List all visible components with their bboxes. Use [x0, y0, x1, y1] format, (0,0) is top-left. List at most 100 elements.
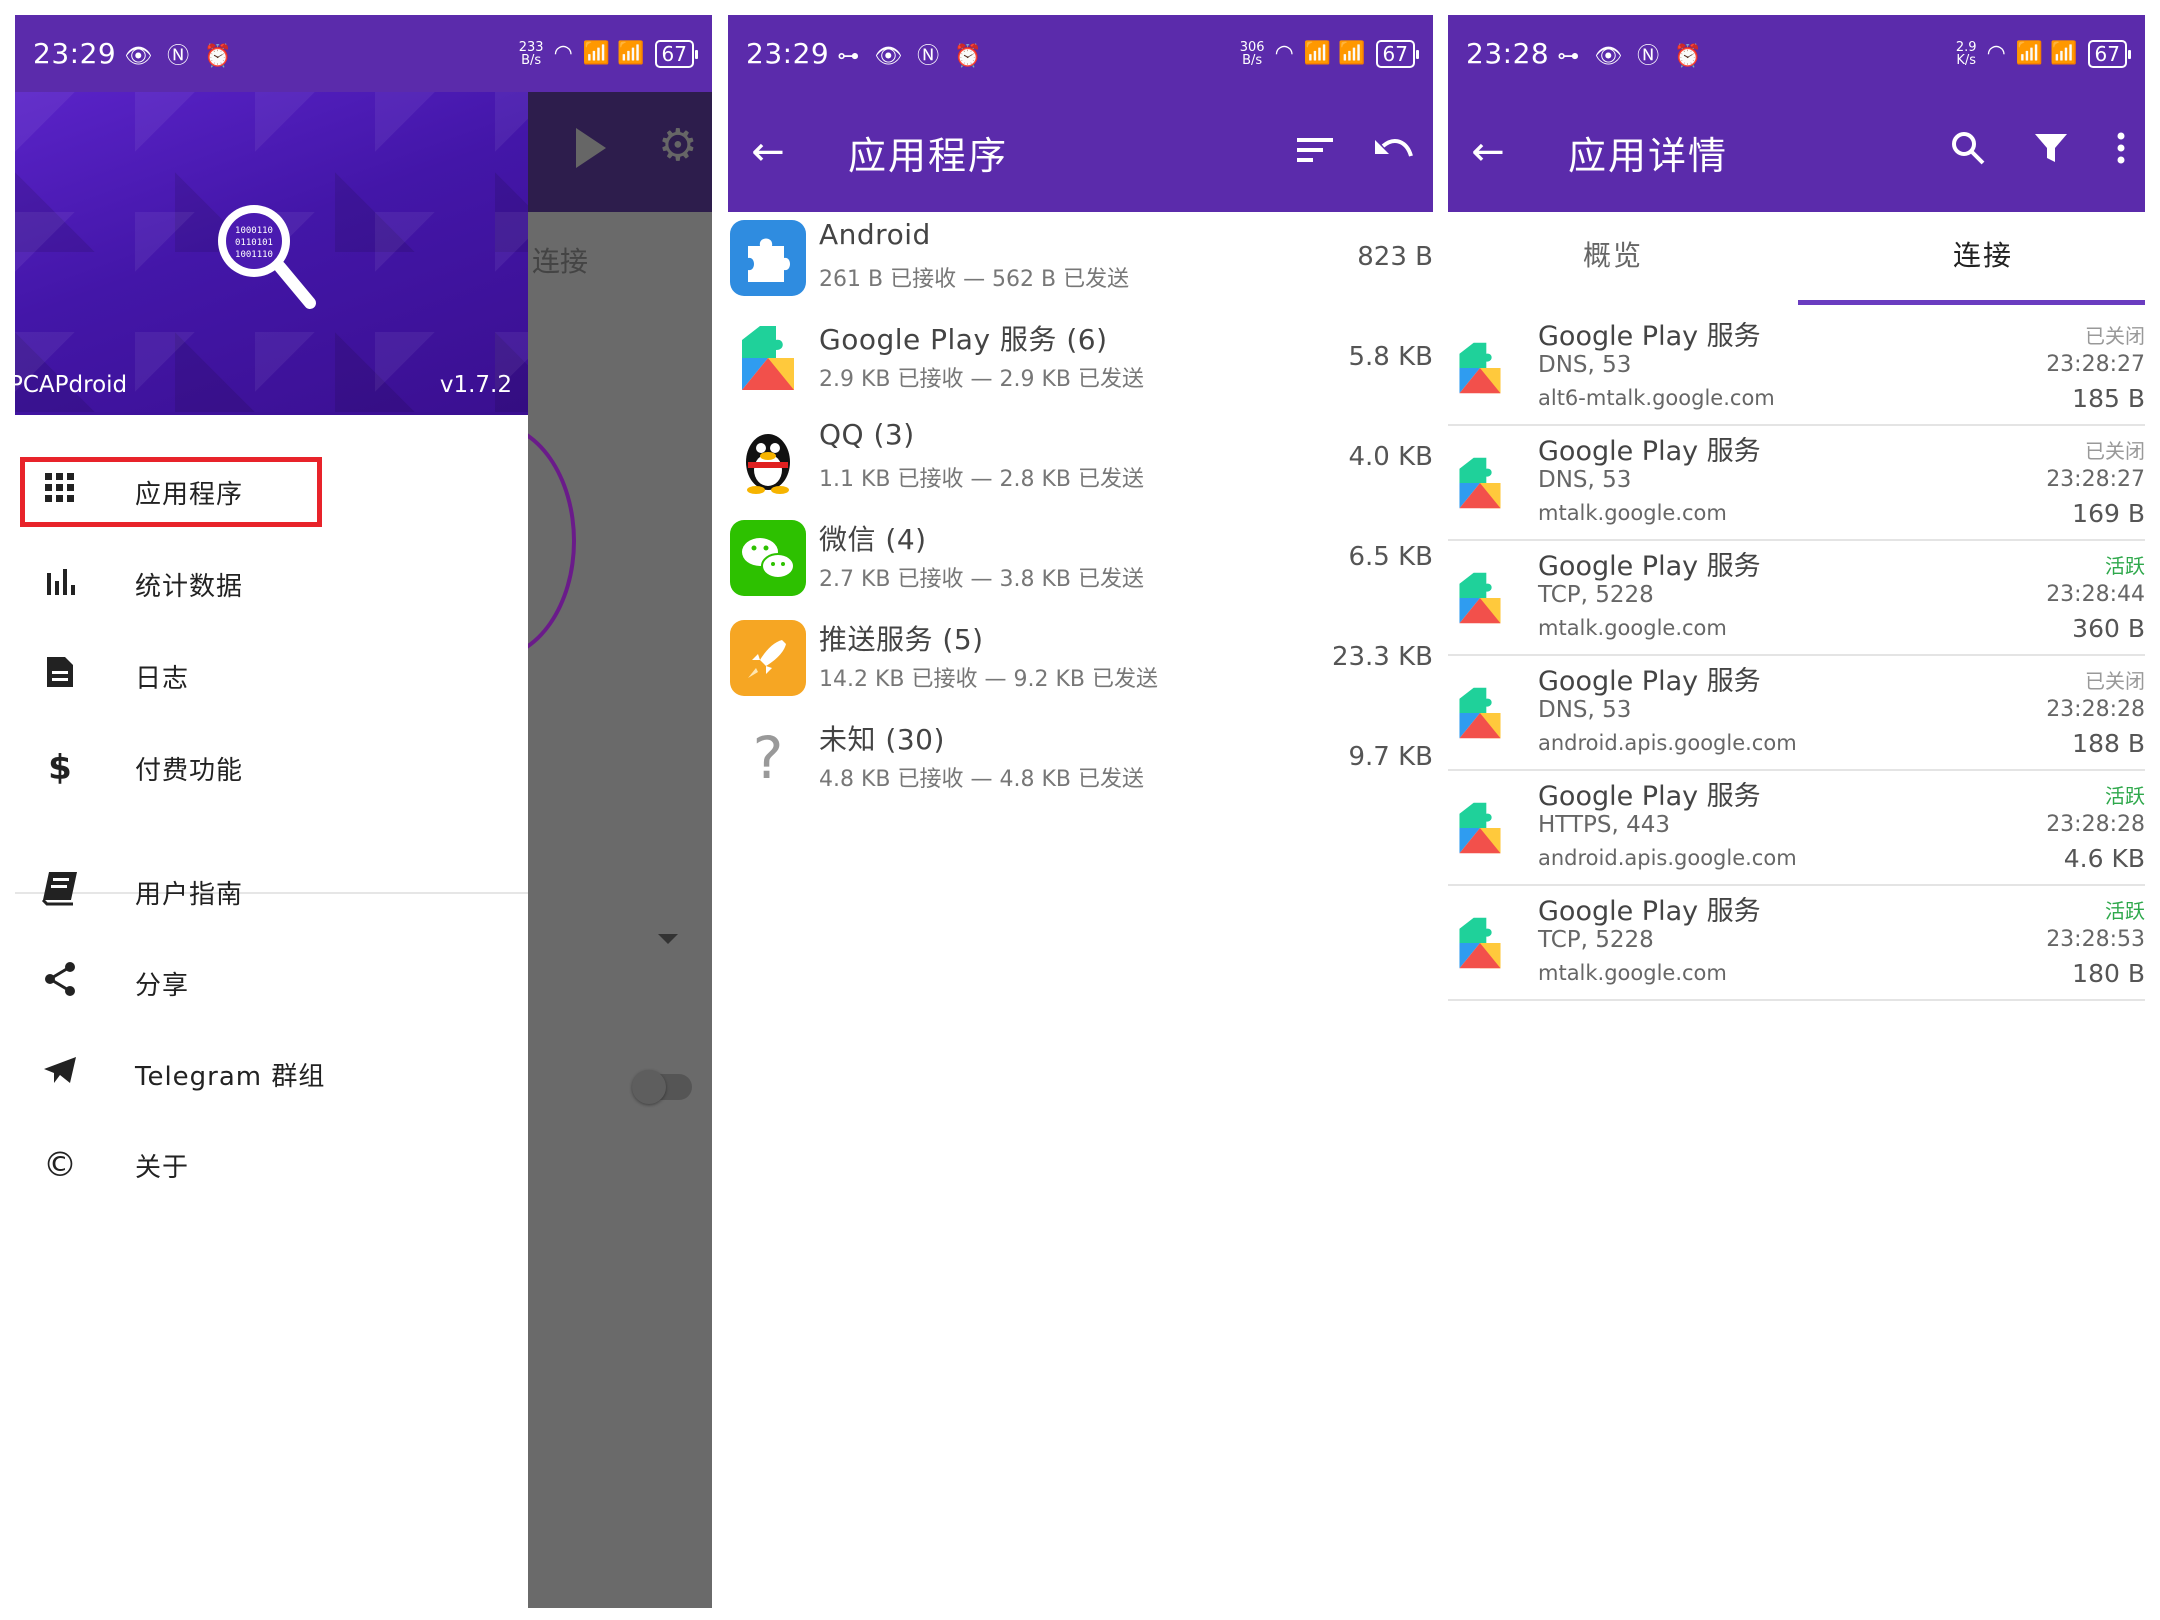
menu-label: 分享 — [135, 970, 190, 1001]
puzzle-icon — [730, 220, 806, 296]
battery-icon: 67 — [1375, 39, 1420, 68]
status-bar: 23:29 ⊶ 👁 Ⓝ ⏰ 306 B/s ◠ 📶 📶 67 — [728, 15, 1433, 92]
menu-item-paid-features[interactable]: $ 付费功能 — [15, 728, 528, 808]
net-speed: 306 B/s — [1239, 39, 1265, 68]
app-total-size: 4.0 KB — [1348, 442, 1434, 472]
google-play-services-icon — [1450, 451, 1510, 515]
app-traffic: 2.7 KB 已接收 — 3.8 KB 已发送 — [819, 567, 1144, 592]
table-row[interactable]: Google Play 服务 DNS, 53 android.apis.goog… — [1448, 655, 2145, 771]
connection-time: 23:28:27 — [2046, 352, 2145, 377]
app-name: PCAPdroid — [15, 372, 128, 398]
dollar-icon: $ — [48, 748, 72, 788]
app-name: 推送服务 (5) — [819, 623, 984, 656]
menu-item-apps[interactable]: 应用程序 — [15, 452, 528, 532]
tab-bar: 概览 连接 — [1448, 212, 2145, 305]
list-item[interactable]: Google Play 服务 (6) 2.9 KB 已接收 — 2.9 KB 已… — [728, 312, 1433, 412]
app-bar: ← 应用详情 — [1448, 92, 2145, 212]
status-bar: 23:29 👁 Ⓝ ⏰ 233 B/s ◠ 📶 📶 67 — [15, 15, 712, 92]
wechat-icon — [730, 520, 806, 596]
telegram-icon — [15, 1054, 105, 1094]
connection-protocol: TCP, 5228 — [1538, 582, 1654, 608]
menu-item-share[interactable]: 分享 — [15, 943, 528, 1023]
dimmed-background[interactable]: ⚙ 连接 — [408, 92, 712, 1608]
signal-icon: 📶 📶 — [582, 41, 645, 66]
connection-host: mtalk.google.com — [1538, 501, 1727, 525]
menu-item-user-guide[interactable]: 用户指南 — [15, 852, 528, 932]
connection-protocol: DNS, 53 — [1538, 352, 1632, 378]
connection-bytes: 169 B — [2072, 499, 2145, 528]
battery-icon: 67 — [654, 39, 699, 68]
connection-time: 23:28:28 — [2046, 697, 2145, 722]
more-vert-icon[interactable] — [2117, 132, 2125, 173]
app-version: v1.7.2 — [439, 372, 512, 398]
search-icon[interactable] — [1951, 131, 1985, 174]
connection-host: alt6-mtalk.google.com — [1538, 386, 1775, 410]
status-right: 306 B/s ◠ 📶 📶 67 — [1239, 39, 1420, 68]
table-row[interactable]: Google Play 服务 TCP, 5228 mtalk.google.co… — [1448, 540, 2145, 656]
sort-icon[interactable] — [1297, 132, 1333, 173]
wifi-icon: ◠ — [553, 41, 573, 66]
app-details-screen: 23:28 ⊶ 👁 Ⓝ ⏰ 2.9 K/s ◠ 📶 📶 67 ← 应用详情 概览… — [1448, 15, 2145, 1608]
app-total-size: 5.8 KB — [1348, 342, 1434, 372]
list-item[interactable]: ? 未知 (30) 4.8 KB 已接收 — 4.8 KB 已发送 9.7 KB — [728, 712, 1433, 812]
status-time: 23:29 — [33, 37, 117, 70]
connection-app: Google Play 服务 — [1538, 896, 1761, 927]
google-play-services-icon — [1450, 681, 1510, 745]
app-total-size: 6.5 KB — [1348, 542, 1434, 572]
connection-host: mtalk.google.com — [1538, 961, 1727, 985]
menu-item-stats[interactable]: 统计数据 — [15, 544, 528, 624]
list-item[interactable]: QQ (3) 1.1 KB 已接收 — 2.8 KB 已发送 4.0 KB — [728, 412, 1433, 512]
app-traffic: 14.2 KB 已接收 — 9.2 KB 已发送 — [819, 667, 1158, 692]
filter-icon[interactable] — [2035, 132, 2067, 173]
status-badge: 活跃 — [2105, 784, 2145, 808]
app-name: Google Play 服务 (6) — [819, 323, 1108, 356]
back-arrow-icon[interactable]: ← — [1448, 129, 1528, 175]
status-notification-icons: 👁 Ⓝ ⏰ — [124, 43, 236, 69]
back-arrow-icon[interactable]: ← — [728, 129, 808, 175]
dimmed-tab-label: 连接 — [532, 245, 589, 278]
menu-item-telegram[interactable]: Telegram 群组 — [15, 1034, 528, 1114]
magnifier-logo-icon: 1000110 0110101 1001110 — [218, 205, 316, 309]
menu-item-about[interactable]: © 关于 — [15, 1125, 528, 1205]
menu-label: 统计数据 — [135, 571, 244, 602]
share-icon — [15, 961, 105, 1006]
question-icon: ? — [752, 724, 784, 792]
connection-app: Google Play 服务 — [1538, 666, 1761, 697]
list-item[interactable]: 推送服务 (5) 14.2 KB 已接收 — 9.2 KB 已发送 23.3 K… — [728, 612, 1433, 712]
status-notification-icons: ⊶ 👁 Ⓝ ⏰ — [1557, 43, 1706, 69]
net-speed: 233 B/s — [518, 39, 544, 68]
wifi-icon: ◠ — [1986, 41, 2006, 66]
app-traffic: 261 B 已接收 — 562 B 已发送 — [819, 267, 1130, 292]
list-item[interactable]: 微信 (4) 2.7 KB 已接收 — 3.8 KB 已发送 6.5 KB — [728, 512, 1433, 612]
menu-item-log[interactable]: 日志 — [15, 636, 528, 716]
status-badge: 已关闭 — [2085, 324, 2145, 348]
table-row[interactable]: Google Play 服务 TCP, 5228 mtalk.google.co… — [1448, 885, 2145, 1001]
signal-icon: 📶 📶 — [2015, 41, 2078, 66]
table-row[interactable]: Google Play 服务 DNS, 53 mtalk.google.com … — [1448, 425, 2145, 541]
connection-bytes: 188 B — [2072, 729, 2145, 758]
svg-text:1001110: 1001110 — [235, 250, 273, 260]
toggle-switch — [632, 1070, 692, 1104]
tab-overview[interactable]: 概览 — [1583, 234, 1643, 274]
connection-bytes: 185 B — [2072, 384, 2145, 413]
table-row[interactable]: Google Play 服务 DNS, 53 alt6-mtalk.google… — [1448, 310, 2145, 426]
app-bar-actions — [1951, 131, 2125, 174]
connection-app: Google Play 服务 — [1538, 781, 1761, 812]
list-item[interactable]: Android 261 B 已接收 — 562 B 已发送 823 B — [728, 212, 1433, 312]
app-bar: ← 应用程序 — [728, 92, 1433, 212]
connection-app: Google Play 服务 — [1538, 551, 1761, 582]
app-traffic: 1.1 KB 已接收 — 2.8 KB 已发送 — [819, 467, 1144, 492]
tab-indicator — [1798, 300, 2145, 305]
connection-host: android.apis.google.com — [1538, 846, 1797, 870]
app-traffic: 4.8 KB 已接收 — 4.8 KB 已发送 — [819, 767, 1144, 792]
dimmed-toolbar: ⚙ — [528, 92, 712, 212]
google-play-services-icon — [1450, 911, 1510, 975]
table-row[interactable]: Google Play 服务 HTTPS, 443 android.apis.g… — [1448, 770, 2145, 886]
connection-protocol: HTTPS, 443 — [1538, 812, 1670, 838]
status-time: 23:29 — [746, 37, 830, 70]
chevron-down-icon — [658, 934, 678, 944]
app-name: QQ (3) — [819, 418, 915, 451]
undo-icon[interactable] — [1373, 132, 1413, 173]
menu-label: Telegram 群组 — [135, 1061, 326, 1092]
tab-connections[interactable]: 连接 — [1953, 234, 2013, 274]
